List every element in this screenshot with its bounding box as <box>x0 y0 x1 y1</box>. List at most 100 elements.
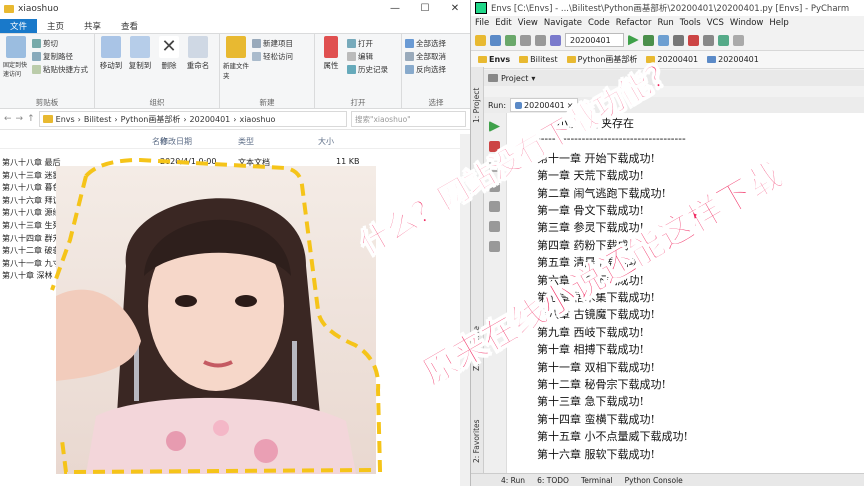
profile-icon[interactable] <box>672 34 684 46</box>
breadcrumb-3[interactable]: 20200401 <box>190 115 231 124</box>
sync-icon[interactable] <box>505 34 516 46</box>
bottom-tab-python-console[interactable]: Python Console <box>625 476 683 485</box>
project-label: Project <box>501 73 529 83</box>
file-name: 第八十章 深林 <box>2 271 53 281</box>
file-size: 11 KB <box>336 157 360 166</box>
run-config-select[interactable]: 20200401 <box>565 33 624 47</box>
breadcrumb-4[interactable]: xiaoshuo <box>239 115 275 124</box>
cut-button[interactable]: 剪切 <box>32 38 88 49</box>
open-button[interactable]: 打开 <box>347 38 388 49</box>
copy-to-button[interactable]: 复制到 <box>127 36 153 97</box>
rename-button[interactable]: 重命名 <box>185 36 211 97</box>
select-all-button[interactable]: 全部选择 <box>405 38 446 49</box>
select-none-button[interactable]: 全部取消 <box>405 51 446 62</box>
menu-help[interactable]: Help <box>769 18 788 28</box>
pin-button[interactable]: 固定到快速访问 <box>3 36 29 97</box>
menu-edit[interactable]: Edit <box>495 18 511 28</box>
file-name: 第八十二章 破袭 <box>2 246 61 256</box>
edit-button[interactable]: 编辑 <box>347 51 388 62</box>
settings-wrench-icon[interactable] <box>702 34 714 46</box>
bottom-tool-tabs: 4: Run 6: TODO Terminal Python Console <box>471 473 864 486</box>
file-name: 第八十八章 源缘 <box>2 208 61 218</box>
up-icon[interactable]: ↑ <box>27 114 35 124</box>
invert-selection-label: 反向选择 <box>416 65 446 74</box>
menu-view[interactable]: View <box>518 18 538 28</box>
vcs-icon[interactable] <box>550 34 561 46</box>
copy-path-label: 复制路径 <box>43 52 73 61</box>
save-icon[interactable] <box>490 34 501 46</box>
python-file-icon <box>515 101 523 109</box>
menu-file[interactable]: File <box>475 18 489 28</box>
breadcrumb-0[interactable]: Envs <box>56 115 75 124</box>
coverage-icon[interactable] <box>657 34 669 46</box>
search-placeholder: 搜索"xiaoshuo" <box>355 114 411 124</box>
console-line: 第二章 闹气逃跑下载成功! <box>537 186 666 200</box>
crumb-envs[interactable]: Envs <box>475 54 513 65</box>
move-to-button[interactable]: 移动到 <box>98 36 124 97</box>
print-icon[interactable] <box>489 221 500 232</box>
rerun-icon[interactable] <box>489 121 500 132</box>
ribbon-group-clipboard: 固定到快速访问 剪切 复制路径 粘贴快捷方式 剪贴板 <box>0 34 95 108</box>
debug-icon[interactable] <box>642 34 654 46</box>
crumb-20200401-file[interactable]: 20200401 <box>704 54 762 65</box>
forward-nav-icon[interactable] <box>535 34 546 46</box>
bottom-tab-run[interactable]: 4: Run <box>501 476 525 485</box>
bottom-tab-terminal[interactable]: Terminal <box>581 476 613 485</box>
close-icon[interactable]: ✕ <box>440 3 470 14</box>
crumb-bilitest[interactable]: Bilitest <box>516 54 561 65</box>
open-icon <box>347 39 356 48</box>
side-tab-favorites[interactable]: 2: Favorites <box>472 419 481 463</box>
console-line: 第十三章 急下载成功! <box>537 395 644 409</box>
column-size[interactable]: 大小 <box>318 136 334 147</box>
tab-share[interactable]: 共享 <box>74 19 111 33</box>
menu-refactor[interactable]: Refactor <box>616 18 652 28</box>
breadcrumb-1[interactable]: Bilitest <box>84 115 112 124</box>
back-icon[interactable]: ← <box>4 114 12 124</box>
back-nav-icon[interactable] <box>520 34 531 46</box>
menu-run[interactable]: Run <box>657 18 673 28</box>
column-type[interactable]: 类型 <box>238 136 254 147</box>
bottom-tab-todo[interactable]: 6: TODO <box>537 476 569 485</box>
run-label: Run: <box>488 100 507 110</box>
run-panel-header: Run: 20200401 × <box>484 97 864 114</box>
copy-path-button[interactable]: 复制路径 <box>32 51 88 62</box>
menu-tools[interactable]: Tools <box>680 18 701 28</box>
maximize-icon[interactable]: ☐ <box>410 3 440 14</box>
column-date[interactable]: 修改日期 <box>160 136 192 147</box>
trash-icon[interactable] <box>489 241 500 252</box>
chevron-down-icon[interactable]: ▾ <box>531 74 535 83</box>
tab-view[interactable]: 查看 <box>111 19 148 33</box>
history-icon <box>347 65 356 74</box>
tab-file[interactable]: 文件 <box>0 19 38 33</box>
scissors-icon <box>32 39 41 48</box>
new-item-button[interactable]: 新建项目 <box>252 38 293 49</box>
stop-icon[interactable] <box>687 34 699 46</box>
minimize-icon[interactable]: — <box>380 3 410 14</box>
address-bar[interactable]: Envs › Bilitest › Python画基部析 › 20200401 › xi… <box>38 111 347 127</box>
new-folder-button[interactable]: 新建文件夹 <box>223 36 249 97</box>
breadcrumb-2[interactable]: Python画基部析 <box>121 114 181 125</box>
tab-home[interactable]: 主页 <box>37 19 74 33</box>
open-folder-icon[interactable] <box>475 34 486 46</box>
select-none-icon <box>405 52 414 61</box>
scroll-end-icon[interactable] <box>489 201 500 212</box>
search-everywhere-icon[interactable] <box>732 34 744 46</box>
menu-window[interactable]: Window <box>730 18 764 28</box>
delete-button[interactable]: ✕ 删除 <box>156 36 182 97</box>
history-button[interactable]: 历史记录 <box>347 64 388 75</box>
properties-button[interactable]: 属性 <box>318 36 344 97</box>
side-tab-project[interactable]: 1: Project <box>472 88 481 123</box>
search-input[interactable]: 搜索"xiaoshuo" <box>351 111 466 127</box>
menu-code[interactable]: Code <box>588 18 610 28</box>
invert-selection-icon <box>405 65 414 74</box>
invert-selection-button[interactable]: 反向选择 <box>405 64 446 75</box>
copy-path-icon <box>32 52 41 61</box>
paste-shortcut-button[interactable]: 粘贴快捷方式 <box>32 64 88 75</box>
menu-navigate[interactable]: Navigate <box>544 18 582 28</box>
structure-icon[interactable] <box>717 34 729 46</box>
easy-access-button[interactable]: 轻松访问 <box>252 51 293 62</box>
console-line: 第十六章 服软下载成功! <box>537 447 655 461</box>
forward-icon[interactable]: → <box>16 114 24 124</box>
menu-vcs[interactable]: VCS <box>707 18 724 28</box>
run-icon[interactable] <box>627 34 639 46</box>
